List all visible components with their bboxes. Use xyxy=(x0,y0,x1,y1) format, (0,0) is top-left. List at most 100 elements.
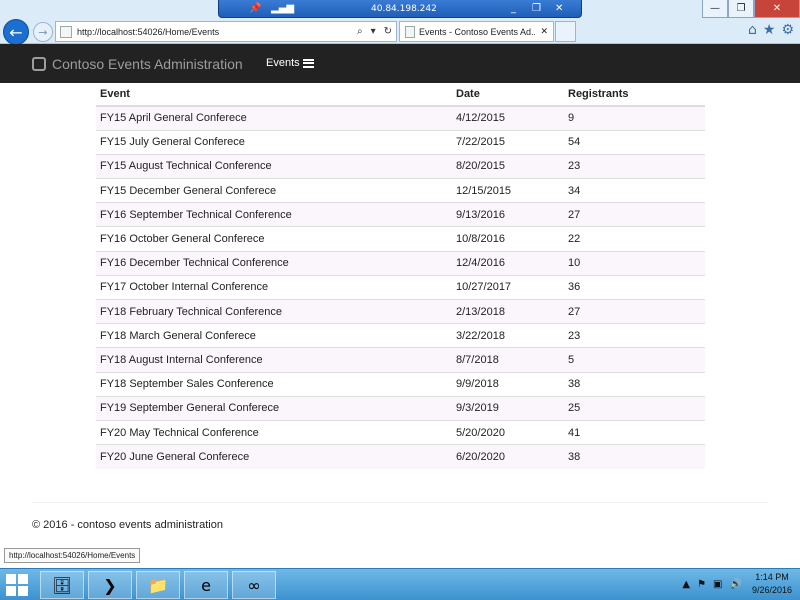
table-row: FY15 August Technical Conference 8/20/201… xyxy=(96,153,705,179)
cell-event: FY20 June General Conferece xyxy=(96,444,452,469)
network-icon[interactable]: ⚑ xyxy=(697,579,706,590)
cell-date: 2/13/2018 xyxy=(452,298,564,324)
clock-time: 1:14 PM xyxy=(755,572,789,582)
cell-date: 10/27/2017 xyxy=(452,274,564,300)
cell-event: FY15 August Technical Conference xyxy=(96,153,452,179)
brand[interactable]: Contoso Events Administration xyxy=(32,56,243,72)
action-center-icon[interactable]: ▣ xyxy=(713,579,722,590)
cell-registrants: 9 xyxy=(564,105,705,131)
rdp-connection-bar: 📌 ▂▄▆ 40.84.198.242 _ ❐ ✕ xyxy=(218,0,582,18)
rdp-title: 40.84.198.242 xyxy=(371,3,437,14)
cell-event: FY16 December Technical Conference xyxy=(96,250,452,276)
table-row: FY17 October Internal Conference 10/27/20… xyxy=(96,274,705,300)
cell-registrants: 23 xyxy=(564,323,705,348)
back-button[interactable]: ← xyxy=(3,19,29,45)
refresh-icon[interactable]: ↻ xyxy=(380,26,396,37)
brand-title[interactable]: Contoso Events Administration xyxy=(52,56,243,72)
close-button[interactable]: ✕ xyxy=(754,0,800,18)
start-button[interactable] xyxy=(6,574,28,596)
rdp-minimize-button[interactable]: _ xyxy=(511,3,516,14)
rdp-close-button[interactable]: ✕ xyxy=(555,3,563,14)
cell-registrants: 25 xyxy=(564,395,705,421)
system-tray: ▲ ⚑ ▣ 🔊 1:14 PM 9/26/2016 xyxy=(682,571,792,597)
nav-events-label[interactable]: Events xyxy=(266,57,300,69)
gear-icon[interactable]: ⚙ xyxy=(781,22,794,38)
cell-registrants: 38 xyxy=(564,444,705,469)
tab-events[interactable]: Events - Contoso Events Ad... ✕ xyxy=(399,21,554,42)
url-text[interactable]: http://localhost:54026/Home/Events xyxy=(77,27,353,37)
volume-icon[interactable]: 🔊 xyxy=(730,579,742,590)
page-icon xyxy=(60,25,72,38)
clock-date: 9/26/2016 xyxy=(751,585,792,595)
cell-event: FY15 April General Conferece xyxy=(96,105,452,131)
address-bar[interactable]: http://localhost:54026/Home/Events ⌕ ▾ ↻ xyxy=(55,21,397,42)
file-explorer-icon[interactable]: 📁 xyxy=(136,571,180,599)
table-row: FY18 August Internal Conference 8/7/2018 5 xyxy=(96,347,705,373)
powershell-icon[interactable]: ❯ xyxy=(88,571,132,599)
pin-icon[interactable]: 📌 xyxy=(249,3,261,14)
window-controls: — ❐ ✕ xyxy=(702,0,800,18)
cell-date: 8/20/2015 xyxy=(452,153,564,179)
cell-event: FY17 October Internal Conference xyxy=(96,274,452,300)
cell-registrants: 38 xyxy=(564,371,705,397)
table-row: FY15 April General Conferece 4/12/2015 9 xyxy=(96,105,705,131)
server-manager-icon[interactable]: 🗄 xyxy=(40,571,84,599)
table-row: FY18 September Sales Conference 9/9/2018 3… xyxy=(96,371,705,397)
cell-event: FY15 July General Conferece xyxy=(96,129,452,155)
footer-divider xyxy=(32,502,768,503)
show-hidden-icons[interactable]: ▲ xyxy=(682,579,690,590)
cell-event: FY18 September Sales Conference xyxy=(96,371,452,397)
cell-registrants: 27 xyxy=(564,202,705,227)
taskbar: 🗄 ❯ 📁 e ∞ ▲ ⚑ ▣ 🔊 1:14 PM 9/26/2016 xyxy=(0,568,800,600)
cell-date: 9/13/2016 xyxy=(452,202,564,227)
cell-registrants: 27 xyxy=(564,298,705,324)
cell-date: 5/20/2020 xyxy=(452,419,564,445)
cell-event: FY19 September General Conferece xyxy=(96,395,452,421)
cell-event: FY20 May Technical Conference xyxy=(96,419,452,445)
cell-event: FY18 March General Conferece xyxy=(96,323,452,348)
table-row: FY20 June General Conferece 6/20/2020 38 xyxy=(96,444,705,469)
home-icon[interactable]: ⌂ xyxy=(748,22,757,38)
browser-tools: ⌂ ★ ⚙ xyxy=(748,22,794,38)
cell-registrants: 54 xyxy=(564,129,705,155)
internet-explorer-icon[interactable]: e xyxy=(184,571,228,599)
back-arrow-icon: ← xyxy=(9,22,23,42)
cell-registrants: 5 xyxy=(564,347,705,373)
cell-registrants: 22 xyxy=(564,226,705,252)
cell-date: 12/4/2016 xyxy=(452,250,564,276)
star-icon[interactable]: ★ xyxy=(763,22,776,38)
cell-date: 9/3/2019 xyxy=(452,395,564,421)
header-date: Date xyxy=(452,83,564,107)
tab-page-icon xyxy=(405,25,415,38)
table-row: FY16 October General Conferece 10/8/2016 2… xyxy=(96,226,705,252)
table-header-row: Event Date Registrants xyxy=(96,83,705,107)
header-event: Event xyxy=(96,83,452,107)
cell-date: 12/15/2015 xyxy=(452,178,564,203)
maximize-button[interactable]: ❐ xyxy=(728,0,754,18)
signal-bars-icon: ▂▄▆ xyxy=(271,3,295,14)
clock[interactable]: 1:14 PM 9/26/2016 xyxy=(752,571,792,597)
forward-arrow-icon: → xyxy=(38,25,48,39)
rdp-restore-button[interactable]: ❐ xyxy=(532,3,541,14)
new-tab-button[interactable] xyxy=(555,21,576,42)
brand-logo-icon xyxy=(32,57,46,71)
table-row: FY19 September General Conferece 9/3/2019… xyxy=(96,395,705,421)
list-icon xyxy=(302,58,314,68)
cell-event: FY15 December General Conferece xyxy=(96,178,452,203)
cell-event: FY18 August Internal Conference xyxy=(96,347,452,373)
table-row: FY15 December General Conferece 12/15/201… xyxy=(96,178,705,203)
minimize-button[interactable]: — xyxy=(702,0,728,18)
nav-events-link[interactable]: Events xyxy=(266,57,314,69)
search-icon[interactable]: ⌕ xyxy=(353,26,367,37)
cell-event: FY16 September Technical Conference xyxy=(96,202,452,227)
tab-title: Events - Contoso Events Ad... xyxy=(419,26,536,37)
tab-close-icon[interactable]: ✕ xyxy=(535,27,553,37)
dropdown-icon[interactable]: ▾ xyxy=(367,26,380,37)
table-row: FY18 February Technical Conference 2/13/2… xyxy=(96,298,705,324)
table-row: FY20 May Technical Conference 5/20/2020 41 xyxy=(96,419,705,445)
forward-button[interactable]: → xyxy=(33,22,53,42)
visual-studio-icon[interactable]: ∞ xyxy=(232,571,276,599)
cell-date: 3/22/2018 xyxy=(452,323,564,348)
header-registrants: Registrants xyxy=(564,83,705,107)
cell-registrants: 34 xyxy=(564,178,705,203)
